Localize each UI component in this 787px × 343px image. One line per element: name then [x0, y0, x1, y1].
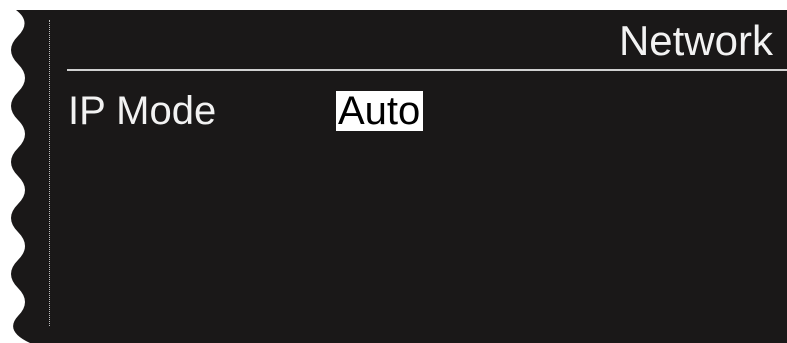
page-title: Network: [618, 17, 773, 64]
ip-mode-value[interactable]: Auto: [336, 91, 424, 131]
network-screen: Network IP Mode Auto: [0, 0, 787, 343]
title-divider: [67, 69, 787, 71]
ip-mode-label: IP Mode: [68, 89, 217, 133]
left-edge-divider: [49, 20, 50, 326]
